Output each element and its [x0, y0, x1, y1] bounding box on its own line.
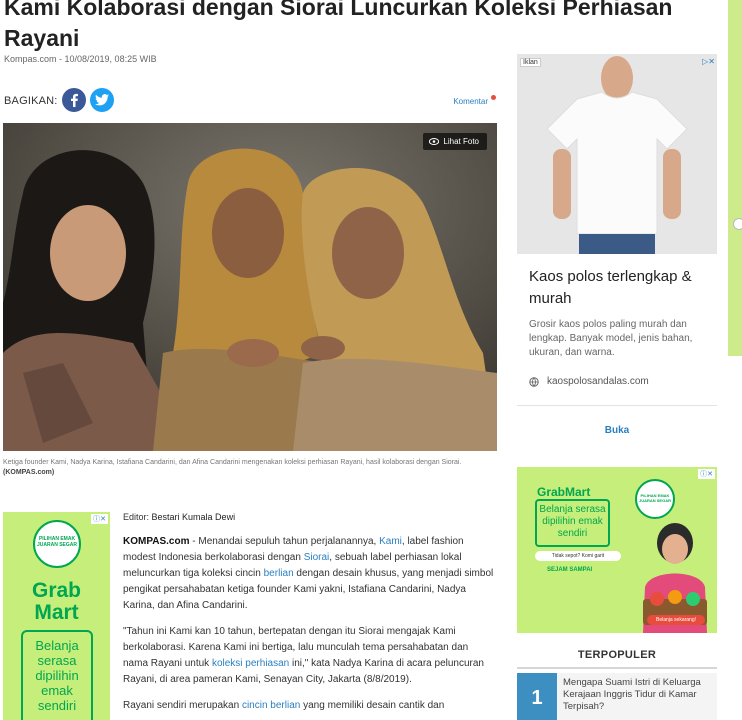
ad-title[interactable]: Kaos polos terlengkap & murah	[529, 266, 709, 310]
ad-divider	[517, 405, 717, 406]
kaos-polos-ad[interactable]: Iklan ▷✕ Kaos polos terlengkap & murah G…	[517, 54, 717, 454]
ad-shop-now-button[interactable]: Belanja sekarang!	[647, 615, 705, 625]
lihat-foto-label: Lihat Foto	[443, 137, 479, 146]
ad-close-icon[interactable]: ⓘ✕	[698, 469, 715, 479]
editor-name: Bestari Kumala Dewi	[151, 512, 236, 522]
ad-brand: GrabMart	[537, 485, 591, 499]
ad-brand-line1: Grab	[31, 579, 81, 602]
ad-description: Grosir kaos polos paling murah dan lengk…	[529, 319, 693, 358]
ad-badge: PILIHAN EMAK JUARAN SEGAR	[635, 479, 675, 519]
text: - Menandai sepuluh tahun perjalanannya,	[189, 536, 380, 547]
tshirt-image	[517, 54, 717, 254]
ad-badge: PILIHAN EMAK JUARAN SEGAR	[33, 520, 81, 568]
twitter-share-button[interactable]	[90, 88, 114, 112]
article-body: Editor: Bestari Kumala Dewi KOMPAS.com -…	[123, 512, 495, 720]
ad-pill: Tidak sepot? Komi garit	[535, 551, 621, 561]
text: Rayani sendiri merupakan	[123, 700, 242, 711]
ad-domain: kaospolosandalas.com	[547, 376, 649, 387]
eye-icon	[429, 138, 440, 145]
caption-credit: (KOMPAS.com)	[3, 469, 55, 476]
terpopuler-rank: 1	[517, 673, 557, 720]
article-photo[interactable]: Lihat Foto	[3, 123, 497, 451]
edge-side-ad[interactable]	[728, 0, 742, 356]
photo-caption: Ketiga founder Kami, Nadya Karina, Istaf…	[3, 458, 499, 478]
tag-link-kami[interactable]: Kami	[379, 536, 402, 547]
tag-link-cincin-berlian[interactable]: cincin berlian	[242, 700, 300, 711]
share-label: BAGIKAN:	[4, 95, 58, 107]
paragraph-1: KOMPAS.com - Menandai sepuluh tahun perj…	[123, 534, 495, 614]
facebook-icon	[71, 93, 78, 107]
ad-close-icon[interactable]: ⓘ✕	[91, 514, 108, 524]
komentar-notification-dot	[491, 95, 496, 100]
ad-image[interactable]: Iklan ▷✕	[517, 54, 717, 254]
ad-open-button[interactable]: Buka	[517, 425, 717, 436]
terpopuler-headline[interactable]: Mengapa Suami Istri di Keluarga Kerajaan…	[563, 673, 713, 720]
lihat-foto-button[interactable]: Lihat Foto	[423, 133, 487, 150]
iklan-tag: Iklan	[520, 58, 541, 67]
photo-illustration	[3, 123, 497, 451]
editor-label: Editor:	[123, 512, 150, 522]
ad-subtext: SEJAM SAMPAI	[547, 567, 593, 573]
share-bar: BAGIKAN: Komentar	[4, 88, 498, 114]
ad-brand-line2: Mart	[34, 601, 79, 624]
article-byline: Kompas.com - 10/08/2019, 08:25 WIB	[4, 54, 157, 64]
tag-link-berlian[interactable]: berlian	[264, 568, 294, 579]
grabmart-banner-ad-left[interactable]: ⓘ✕ PILIHAN EMAK JUARAN SEGAR Grab Mart B…	[3, 512, 110, 720]
ad-slogan: Belanja serasa dipilihin emak sendiri	[535, 499, 610, 547]
terpopuler-item[interactable]: 1 Mengapa Suami Istri di Keluarga Keraja…	[517, 673, 717, 720]
article-title: Kami Kolaborasi dengan Siorai Luncurkan …	[4, 0, 673, 51]
grabmart-banner-ad-right[interactable]: ⓘ✕ GrabMart Belanja serasa dipilihin ema…	[517, 467, 717, 633]
paragraph-3: Rayani sendiri merupakan cincin berlian …	[123, 698, 495, 714]
komentar-link[interactable]: Komentar	[453, 97, 488, 106]
facebook-share-button[interactable]	[62, 88, 86, 112]
text: yang memiliki desain cantik dan	[300, 700, 445, 711]
tag-link-siorai[interactable]: Siorai	[304, 552, 330, 563]
edge-ad-arrow-icon[interactable]	[733, 218, 742, 230]
terpopuler-section: TERPOPULER 1 Mengapa Suami Istri di Kelu…	[517, 649, 717, 720]
caption-text: Ketiga founder Kami, Nadya Karina, Istaf…	[3, 459, 462, 466]
globe-icon	[529, 376, 539, 387]
ad-close-icon[interactable]: ▷✕	[702, 57, 715, 66]
paragraph-2: "Tahun ini Kami kan 10 tahun, bertepatan…	[123, 624, 495, 688]
terpopuler-title: TERPOPULER	[517, 649, 717, 669]
ad-slogan: Belanja serasa dipilihin emak sendiri	[21, 630, 93, 720]
dateline: KOMPAS.com	[123, 536, 190, 547]
twitter-icon	[95, 94, 109, 106]
ad-brand: Grab Mart	[3, 580, 110, 624]
editor-line: Editor: Bestari Kumala Dewi	[123, 512, 495, 522]
ad-domain-row[interactable]: kaospolosandalas.com	[529, 376, 649, 387]
tag-link-koleksi-perhiasan[interactable]: koleksi perhiasan	[212, 658, 289, 669]
